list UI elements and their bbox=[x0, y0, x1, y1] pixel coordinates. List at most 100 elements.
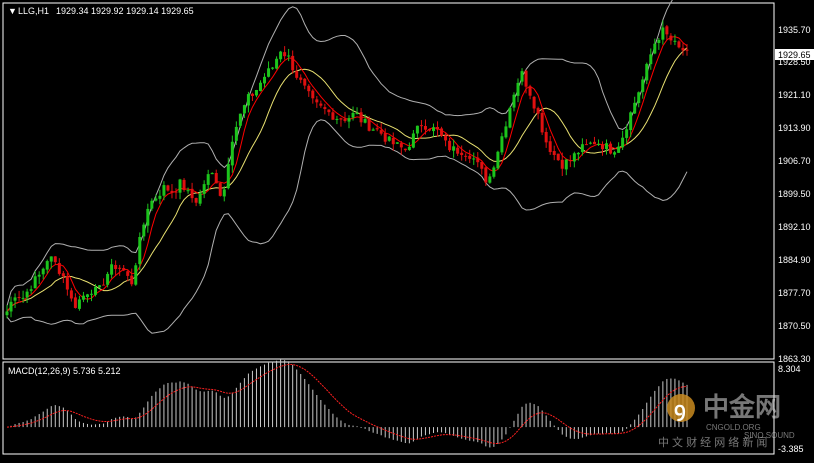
candle[interactable] bbox=[9, 296, 13, 318]
candle[interactable] bbox=[601, 141, 605, 156]
candle[interactable] bbox=[110, 258, 114, 279]
candle[interactable] bbox=[464, 153, 468, 162]
candle[interactable] bbox=[85, 293, 89, 303]
candle[interactable] bbox=[492, 165, 496, 179]
candle[interactable] bbox=[407, 142, 411, 151]
candle[interactable] bbox=[238, 113, 242, 129]
candle[interactable] bbox=[214, 169, 218, 184]
candle[interactable] bbox=[222, 186, 226, 202]
candle[interactable] bbox=[194, 197, 198, 207]
candle[interactable] bbox=[383, 128, 387, 145]
candle[interactable] bbox=[641, 76, 645, 99]
candle[interactable] bbox=[415, 125, 419, 138]
candle[interactable] bbox=[411, 129, 415, 149]
candle[interactable] bbox=[653, 38, 657, 55]
candle[interactable] bbox=[456, 145, 460, 157]
candle[interactable] bbox=[355, 107, 359, 115]
candle[interactable] bbox=[226, 157, 230, 190]
candle[interactable] bbox=[677, 40, 681, 49]
candle[interactable] bbox=[685, 44, 689, 56]
candle[interactable] bbox=[271, 66, 275, 70]
candle[interactable] bbox=[206, 169, 210, 190]
candle[interactable] bbox=[472, 152, 476, 165]
candle[interactable] bbox=[13, 293, 17, 308]
candle[interactable] bbox=[134, 262, 138, 286]
candle[interactable] bbox=[419, 120, 423, 133]
candle[interactable] bbox=[5, 304, 9, 319]
candle[interactable] bbox=[645, 62, 649, 85]
candle[interactable] bbox=[468, 149, 472, 163]
candle[interactable] bbox=[291, 50, 295, 74]
candle[interactable] bbox=[246, 91, 250, 113]
candle[interactable] bbox=[592, 136, 596, 145]
candle[interactable] bbox=[423, 119, 427, 135]
candle[interactable] bbox=[230, 135, 234, 173]
candle[interactable] bbox=[508, 106, 512, 129]
candle[interactable] bbox=[254, 89, 258, 98]
candle[interactable] bbox=[299, 74, 303, 84]
candle[interactable] bbox=[130, 268, 134, 287]
candle[interactable] bbox=[484, 166, 488, 186]
candle[interactable] bbox=[544, 127, 548, 148]
candle[interactable] bbox=[29, 285, 33, 295]
candle[interactable] bbox=[279, 50, 283, 63]
candle[interactable] bbox=[448, 138, 452, 153]
candle[interactable] bbox=[588, 141, 592, 145]
candle[interactable] bbox=[568, 155, 572, 168]
candle[interactable] bbox=[319, 100, 323, 108]
candle[interactable] bbox=[37, 271, 41, 284]
candle[interactable] bbox=[170, 184, 174, 199]
candle[interactable] bbox=[613, 150, 617, 158]
candle[interactable] bbox=[17, 290, 21, 301]
candle[interactable] bbox=[617, 142, 621, 153]
candle[interactable] bbox=[186, 187, 190, 194]
candle[interactable] bbox=[283, 46, 287, 60]
candle[interactable] bbox=[335, 115, 339, 125]
candle[interactable] bbox=[476, 152, 480, 168]
header-arrow-icon[interactable]: ▼ bbox=[8, 6, 17, 16]
candle[interactable] bbox=[528, 84, 532, 100]
candle[interactable] bbox=[564, 159, 568, 176]
candle[interactable] bbox=[73, 293, 77, 309]
candle[interactable] bbox=[287, 48, 291, 62]
trading-chart[interactable]: ▼ LLG,H1 1929.34 1929.92 1929.14 1929.65… bbox=[0, 0, 814, 459]
candle[interactable] bbox=[633, 96, 637, 115]
candle[interactable] bbox=[250, 92, 254, 102]
candle[interactable] bbox=[532, 95, 536, 114]
candle[interactable] bbox=[504, 121, 508, 139]
candle[interactable] bbox=[311, 89, 315, 104]
candle[interactable] bbox=[307, 84, 311, 97]
candle[interactable] bbox=[81, 291, 85, 303]
candle[interactable] bbox=[102, 278, 106, 286]
candle[interactable] bbox=[275, 56, 279, 70]
candle[interactable] bbox=[158, 189, 162, 205]
candle[interactable] bbox=[432, 123, 436, 137]
candle[interactable] bbox=[536, 106, 540, 120]
candle[interactable] bbox=[605, 139, 609, 155]
candle[interactable] bbox=[114, 260, 118, 276]
candle[interactable] bbox=[427, 128, 431, 132]
candle[interactable] bbox=[673, 34, 677, 46]
candle[interactable] bbox=[89, 289, 93, 302]
candle[interactable] bbox=[53, 256, 57, 265]
candle[interactable] bbox=[359, 108, 363, 127]
candle[interactable] bbox=[496, 150, 500, 170]
candle[interactable] bbox=[500, 132, 504, 155]
candle[interactable] bbox=[387, 135, 391, 142]
candlesticks[interactable] bbox=[5, 20, 689, 319]
candle[interactable] bbox=[584, 139, 588, 146]
candle[interactable] bbox=[371, 127, 375, 131]
candle[interactable] bbox=[347, 115, 351, 129]
candle[interactable] bbox=[339, 117, 343, 127]
candle[interactable] bbox=[178, 178, 182, 200]
candle[interactable] bbox=[263, 73, 267, 88]
candle[interactable] bbox=[649, 48, 653, 70]
candle[interactable] bbox=[621, 130, 625, 150]
candle[interactable] bbox=[57, 258, 61, 276]
candle[interactable] bbox=[548, 135, 552, 155]
candle[interactable] bbox=[480, 161, 484, 175]
candle[interactable] bbox=[669, 33, 673, 45]
candle[interactable] bbox=[210, 172, 214, 175]
candle[interactable] bbox=[65, 273, 69, 296]
candle[interactable] bbox=[440, 126, 444, 138]
